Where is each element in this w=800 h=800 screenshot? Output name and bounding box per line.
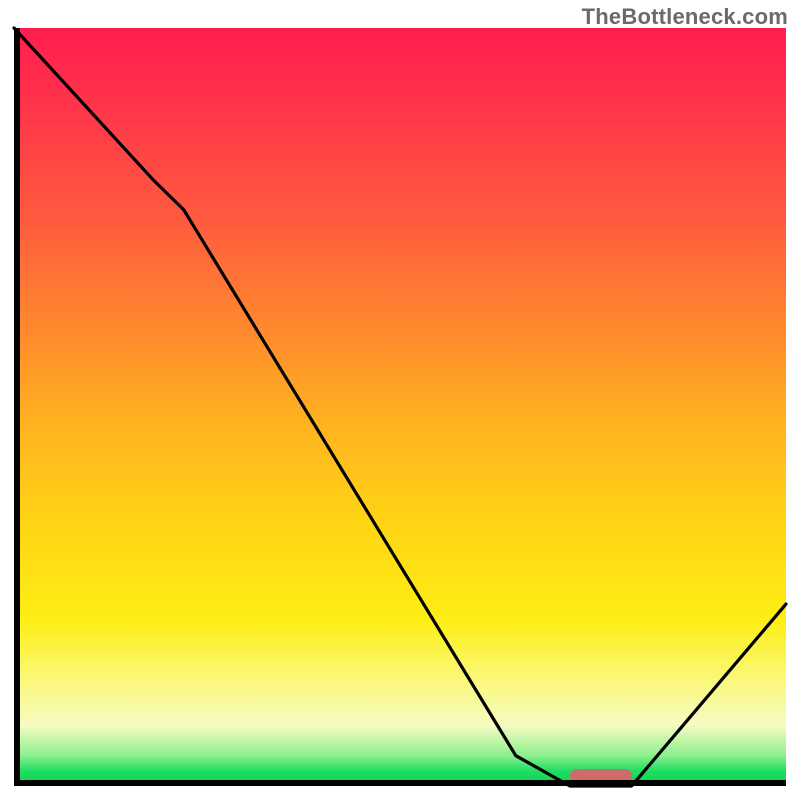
watermark-label: TheBottleneck.com: [582, 4, 788, 30]
bottleneck-curve: [14, 28, 786, 786]
optimal-range-marker: [570, 769, 632, 783]
chart-container: TheBottleneck.com: [0, 0, 800, 800]
plot-area: [14, 28, 786, 786]
